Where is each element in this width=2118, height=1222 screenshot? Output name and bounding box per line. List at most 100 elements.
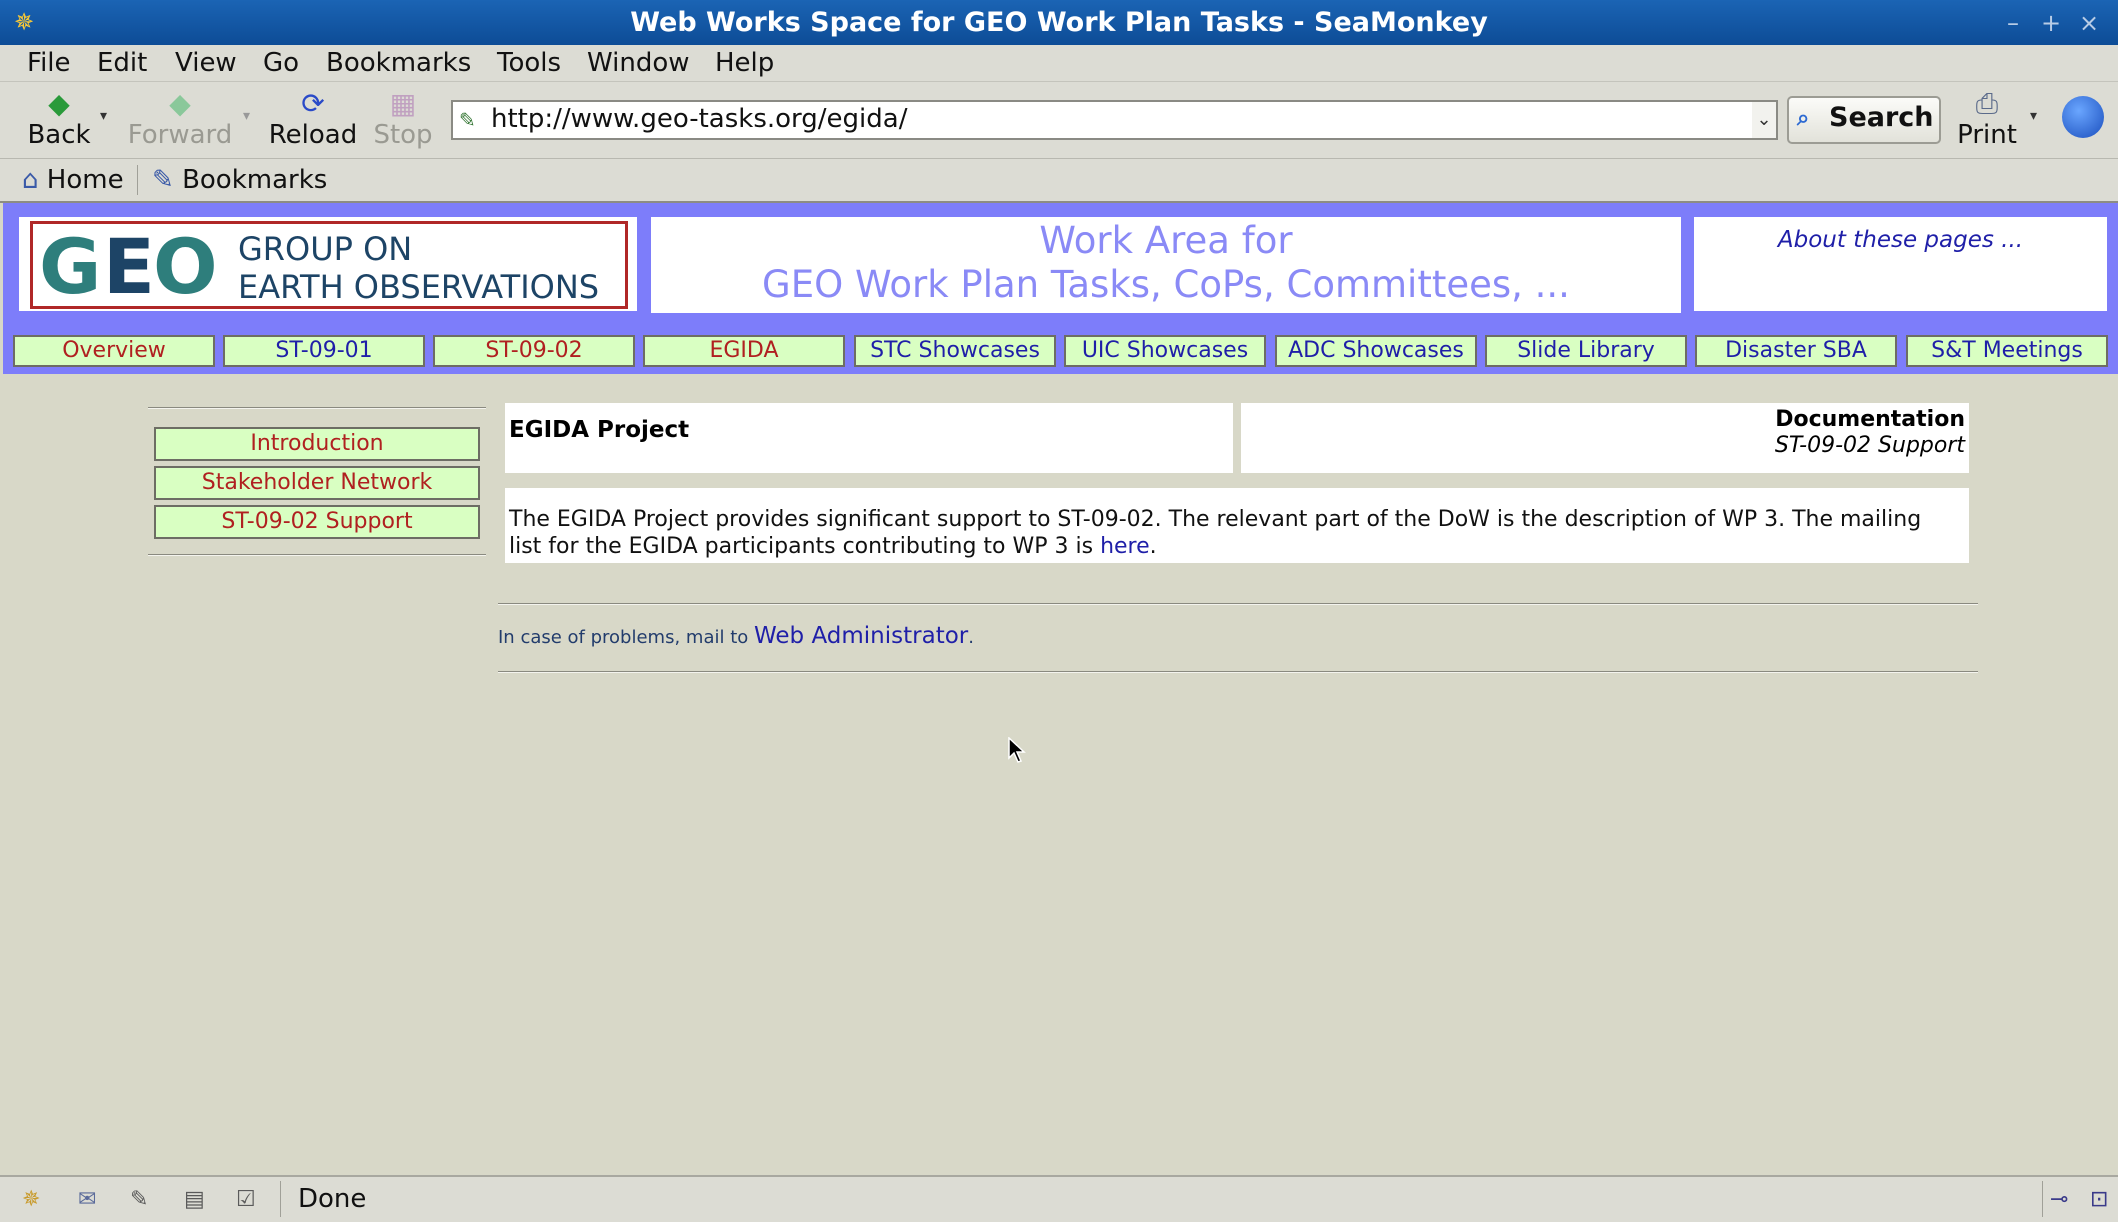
geo-logo-letter-g: G — [39, 222, 101, 311]
tab-stc-showcases[interactable]: STC Showcases — [854, 335, 1056, 367]
stop-button[interactable]: ▦ Stop — [371, 88, 435, 154]
home-button[interactable]: ⌂ Home — [22, 165, 124, 195]
left-nav-st-09-02-support[interactable]: ST-09-02 Support — [154, 505, 480, 539]
menu-help[interactable]: Help — [715, 48, 774, 78]
search-label: Search — [1829, 102, 1934, 133]
stop-label: Stop — [373, 120, 433, 150]
forward-label: Forward — [127, 120, 233, 150]
back-button[interactable]: ◆ Back — [22, 88, 96, 154]
reload-label: Reload — [268, 120, 358, 150]
status-text: Done — [298, 1184, 367, 1214]
home-icon: ⌂ — [22, 165, 39, 195]
geo-logo-letter-e: E — [103, 222, 155, 311]
tab-slide-library[interactable]: Slide Library — [1485, 335, 1687, 367]
search-icon: ⌕ — [1797, 106, 1810, 131]
status-separator-right — [2042, 1181, 2043, 1217]
menu-tools[interactable]: Tools — [497, 48, 561, 78]
site-header: G E O GROUP ON EARTH OBSERVATIONS Work A… — [3, 203, 2118, 374]
tab-uic-showcases[interactable]: UIC Showcases — [1064, 335, 1266, 367]
menu-window[interactable]: Window — [587, 48, 690, 78]
work-area-banner: Work Area for GEO Work Plan Tasks, CoPs,… — [651, 217, 1681, 313]
security-lock-icon[interactable]: ⊡ — [2090, 1187, 2108, 1212]
printer-icon: ⎙ — [1975, 87, 1999, 120]
geo-org-name: GROUP ON EARTH OBSERVATIONS — [238, 230, 599, 306]
minimize-button[interactable]: – — [1998, 8, 2028, 38]
site-icon: ✎ — [459, 108, 476, 132]
address-book-icon[interactable]: ▤ — [184, 1187, 205, 1212]
back-label: Back — [27, 120, 91, 150]
url-bar[interactable]: ✎ http://www.geo-tasks.org/egida/ — [451, 100, 1755, 140]
geo-org-line1: GROUP ON — [238, 230, 413, 268]
bookmarks-icon: ✎ — [152, 165, 174, 195]
content-title-cell: EGIDA Project — [505, 403, 1233, 473]
page-title: EGIDA Project — [509, 417, 690, 443]
menu-go[interactable]: Go — [263, 48, 299, 78]
menu-file[interactable]: File — [27, 48, 71, 78]
reload-icon: ⟳ — [301, 87, 325, 120]
tab-overview[interactable]: Overview — [13, 335, 215, 367]
about-link[interactable]: About these pages ... — [1778, 227, 2023, 253]
work-area-line2: GEO Work Plan Tasks, CoPs, Committees, .… — [762, 263, 1570, 306]
throbber-globe-icon[interactable] — [2062, 96, 2104, 138]
stop-icon: ▦ — [389, 87, 417, 120]
content-paragraph: The EGIDA Project provides significant s… — [509, 506, 1959, 560]
geo-logo[interactable]: G E O GROUP ON EARTH OBSERVATIONS — [30, 221, 628, 311]
left-nav-introduction[interactable]: Introduction — [154, 427, 480, 461]
work-area-line1: Work Area for — [1039, 219, 1293, 262]
content-text: The EGIDA Project provides significant s… — [509, 507, 1922, 559]
print-dropdown-icon[interactable]: ▾ — [2030, 108, 2037, 124]
url-dropdown-button[interactable]: ⌄ — [1752, 100, 1778, 140]
contact-text-end: . — [968, 627, 974, 648]
geo-logo-letter-o: O — [153, 222, 218, 311]
search-button[interactable]: ⌕ Search — [1787, 96, 1941, 144]
content-divider-top — [498, 603, 1978, 605]
tab-s-t-meetings[interactable]: S&T Meetings — [1906, 335, 2108, 367]
tab-st-09-02[interactable]: ST-09-02 — [433, 335, 635, 367]
content-body-cell: The EGIDA Project provides significant s… — [505, 488, 1969, 563]
composer-icon[interactable]: ✎ — [130, 1187, 148, 1212]
home-label: Home — [46, 165, 124, 195]
reload-button[interactable]: ⟳ Reload — [267, 88, 359, 154]
menu-edit[interactable]: Edit — [97, 48, 147, 78]
navigator-icon[interactable]: ✵ — [22, 1187, 40, 1212]
toolbar-separator — [137, 165, 138, 195]
forward-arrow-icon: ◆ — [169, 87, 191, 120]
menu-view[interactable]: View — [175, 48, 237, 78]
tab-st-09-01[interactable]: ST-09-01 — [223, 335, 425, 367]
print-label: Print — [1957, 120, 2017, 150]
tab-adc-showcases[interactable]: ADC Showcases — [1275, 335, 1477, 367]
back-history-dropdown-icon[interactable]: ▾ — [100, 108, 107, 124]
print-button[interactable]: ⎙ Print — [1950, 88, 2024, 154]
documentation-label: Documentation — [1775, 407, 1965, 432]
online-status-icon[interactable]: ⊸ — [2050, 1187, 2068, 1212]
left-nav-top-divider — [148, 407, 486, 409]
forward-history-dropdown-icon[interactable]: ▾ — [243, 108, 250, 124]
url-text[interactable]: http://www.geo-tasks.org/egida/ — [491, 104, 907, 134]
mailing-list-link[interactable]: here — [1100, 534, 1150, 559]
geo-logo-cell: G E O GROUP ON EARTH OBSERVATIONS — [19, 217, 637, 311]
web-administrator-link[interactable]: Web Administrator — [754, 623, 968, 649]
irc-chat-icon[interactable]: ☑ — [236, 1187, 256, 1212]
mail-icon[interactable]: ✉ — [78, 1187, 96, 1212]
mouse-pointer-icon — [1008, 737, 1026, 763]
page-content: G E O GROUP ON EARTH OBSERVATIONS Work A… — [3, 203, 2118, 1175]
back-arrow-icon: ◆ — [48, 87, 70, 120]
content-divider-bottom — [498, 671, 1978, 673]
status-bar: ✵ ✉ ✎ ▤ ☑ Done ⊸ ⊡ — [0, 1175, 2118, 1222]
geo-org-line2: EARTH OBSERVATIONS — [238, 268, 600, 306]
bookmarks-label: Bookmarks — [182, 165, 328, 195]
close-button[interactable]: × — [2074, 8, 2104, 38]
about-cell: About these pages ... — [1694, 217, 2107, 311]
menu-bar: File Edit View Go Bookmarks Tools Window… — [0, 45, 2118, 82]
forward-button[interactable]: ◆ Forward — [124, 88, 236, 154]
tab-disaster-sba[interactable]: Disaster SBA — [1695, 335, 1897, 367]
maximize-button[interactable]: + — [2036, 8, 2066, 38]
left-nav-stakeholder-network[interactable]: Stakeholder Network — [154, 466, 480, 500]
bookmarks-button[interactable]: ✎ Bookmarks — [152, 165, 327, 195]
status-separator — [280, 1181, 281, 1217]
left-nav-bottom-divider — [148, 554, 486, 556]
tab-egida[interactable]: EGIDA — [643, 335, 845, 367]
personal-toolbar: ⌂ Home ✎ Bookmarks — [0, 159, 2118, 203]
menu-bookmarks[interactable]: Bookmarks — [326, 48, 471, 78]
window-title: Web Works Space for GEO Work Plan Tasks … — [630, 7, 1488, 38]
